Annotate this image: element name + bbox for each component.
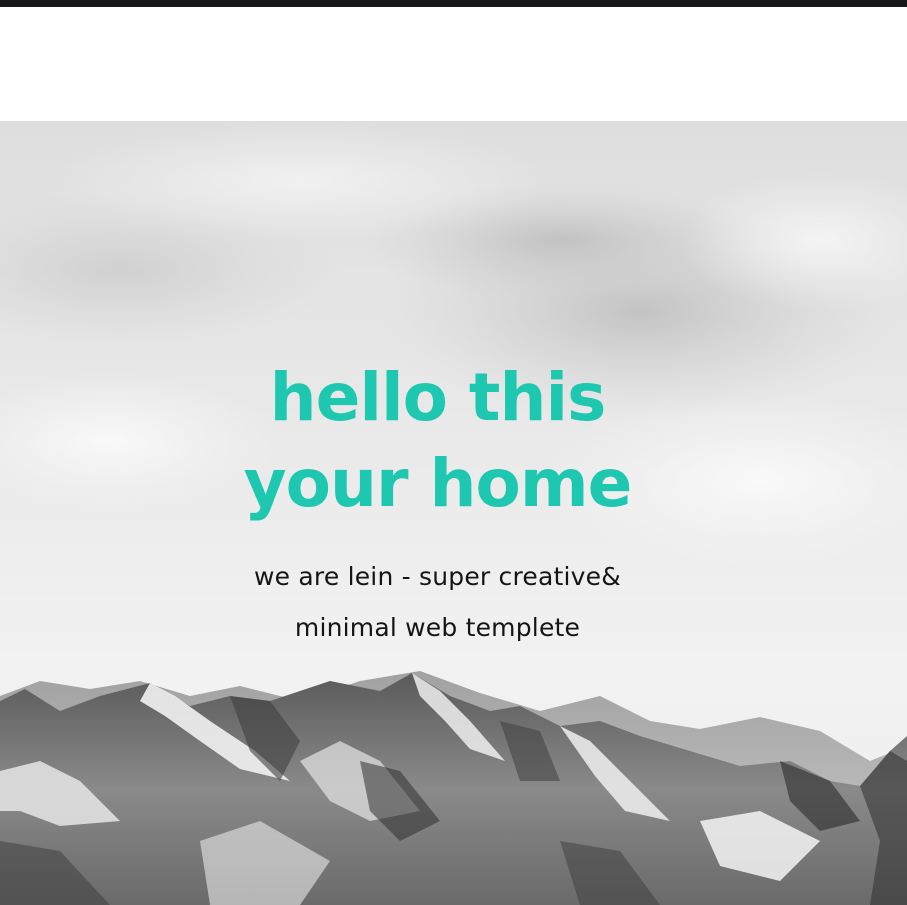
top-bar — [0, 0, 907, 7]
hero-headline-line-2: your home — [243, 445, 633, 522]
site-header — [0, 7, 907, 121]
hero-headline: hello this your home — [0, 355, 875, 527]
hero-section: hello this your home we are lein - super… — [0, 121, 907, 905]
hero-tagline-line-1: we are lein - super creative& — [254, 562, 621, 591]
hero-tagline-line-2: minimal web templete — [294, 613, 581, 642]
hero-headline-line-1: hello this — [269, 359, 607, 436]
hero-tagline: we are lein - super creative& minimal we… — [0, 551, 875, 653]
